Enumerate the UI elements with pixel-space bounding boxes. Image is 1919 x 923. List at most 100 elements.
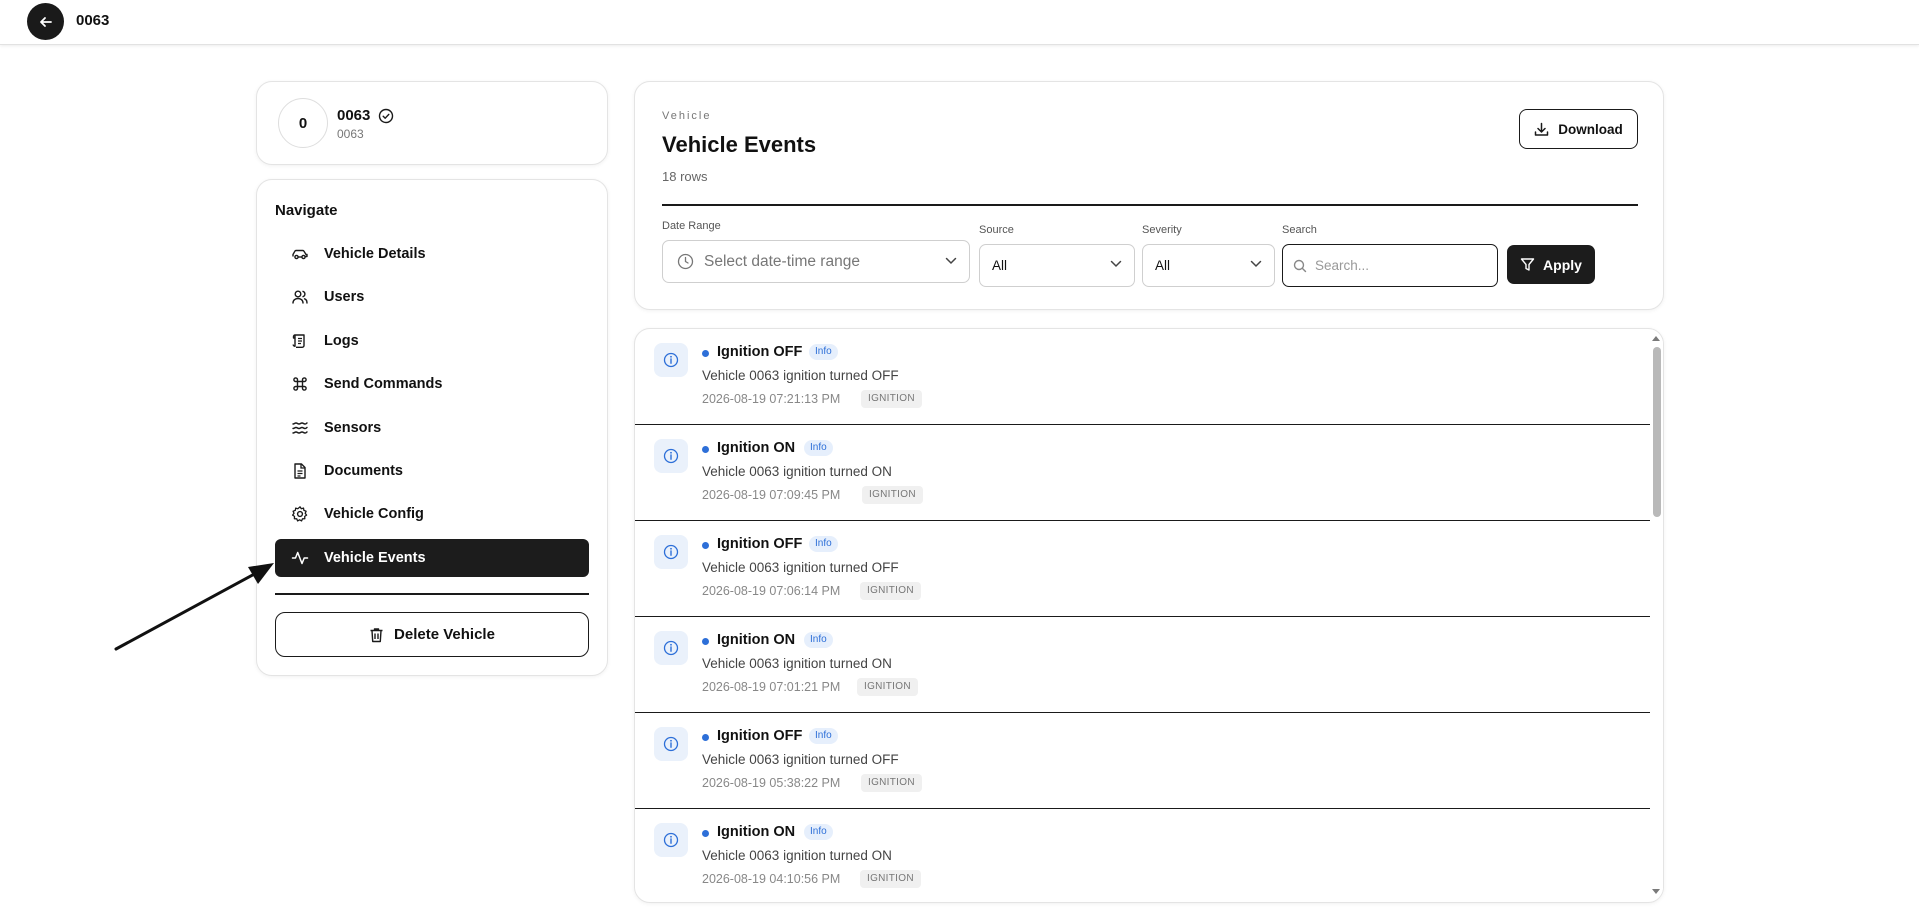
apply-filters-button[interactable]: Apply	[1507, 245, 1595, 284]
event-title: Ignition OFF	[717, 536, 803, 552]
sidebar-item-vehicle-details[interactable]: Vehicle Details	[275, 235, 589, 273]
sidebar-item-sensors[interactable]: Sensors	[275, 409, 589, 447]
car-icon	[291, 245, 309, 263]
severity-badge: Info	[809, 728, 838, 744]
download-label: Download	[1558, 121, 1623, 137]
sidebar-item-users[interactable]: Users	[275, 278, 589, 316]
date-range-picker[interactable]: Select date-time range	[662, 240, 970, 283]
severity-badge: Info	[809, 344, 838, 360]
event-title: Ignition ON	[717, 632, 796, 648]
page-title: Vehicle Events	[662, 132, 817, 157]
top-bar: 0063	[0, 0, 1919, 45]
filter-icon	[1520, 257, 1535, 272]
severity-label: Severity	[1142, 224, 1182, 236]
sidebar-item-label: Sensors	[324, 419, 382, 436]
avatar: 0	[278, 98, 328, 148]
event-timestamp: 2026-08-19 07:21:13 PM	[702, 392, 841, 406]
chevron-down-icon	[945, 257, 957, 265]
event-description: Vehicle 0063 ignition turned OFF	[702, 368, 899, 383]
scrollbar-thumb[interactable]	[1653, 347, 1661, 517]
status-dot	[702, 734, 709, 741]
download-icon	[1534, 122, 1549, 137]
event-source-tag: IGNITION	[861, 390, 922, 408]
apply-label: Apply	[1543, 256, 1582, 273]
info-icon	[654, 727, 688, 761]
delete-vehicle-label: Delete Vehicle	[394, 626, 495, 643]
users-icon	[291, 288, 309, 306]
event-description: Vehicle 0063 ignition turned OFF	[702, 560, 899, 575]
severity-badge: Info	[804, 440, 833, 456]
event-timestamp: 2026-08-19 04:10:56 PM	[702, 872, 841, 886]
event-timestamp: 2026-08-19 07:06:14 PM	[702, 584, 841, 598]
info-icon	[654, 631, 688, 665]
source-value: All	[992, 258, 1008, 273]
severity-badge: Info	[804, 824, 833, 840]
sidebar-item-send-commands[interactable]: Send Commands	[275, 365, 589, 403]
event-timestamp: 2026-08-19 07:01:21 PM	[702, 680, 841, 694]
event-source-tag: IGNITION	[860, 870, 921, 888]
sidebar-item-label: Users	[324, 289, 365, 306]
delete-vehicle-button[interactable]: Delete Vehicle	[275, 612, 589, 657]
event-source-tag: IGNITION	[857, 678, 918, 696]
vehicle-identity-card: 0 0063 0063	[256, 81, 608, 165]
sidebar-item-label: Logs	[324, 332, 359, 349]
event-title: Ignition OFF	[717, 728, 803, 744]
list-item[interactable]: Ignition OFF Info Vehicle 0063 ignition …	[635, 713, 1650, 809]
search-input[interactable]: Search...	[1282, 244, 1498, 287]
source-select[interactable]: All	[979, 244, 1135, 287]
info-icon	[654, 343, 688, 377]
date-range-placeholder: Select date-time range	[704, 252, 860, 270]
event-source-tag: IGNITION	[860, 582, 921, 600]
row-count: 18 rows	[662, 169, 708, 184]
sidebar-item-label: Vehicle Config	[324, 506, 424, 523]
event-title: Ignition ON	[717, 824, 796, 840]
annotation-arrow-icon	[110, 555, 280, 655]
trash-icon	[369, 627, 384, 643]
sidebar-item-label: Documents	[324, 462, 403, 479]
vehicle-name: 0063	[337, 107, 371, 124]
sidebar-item-vehicle-events[interactable]: Vehicle Events	[275, 538, 589, 577]
event-title: Ignition ON	[717, 440, 796, 456]
info-icon	[654, 535, 688, 569]
file-icon	[291, 462, 309, 480]
event-description: Vehicle 0063 ignition turned ON	[702, 848, 892, 863]
check-circle-icon	[378, 108, 394, 124]
info-icon	[654, 823, 688, 857]
command-icon	[291, 375, 309, 393]
waves-icon	[291, 419, 309, 437]
sidebar-item-vehicle-config[interactable]: Vehicle Config	[275, 495, 589, 533]
event-description: Vehicle 0063 ignition turned ON	[702, 464, 892, 479]
sidebar-item-label: Vehicle Details	[324, 246, 426, 262]
list-item[interactable]: Ignition OFF Info Vehicle 0063 ignition …	[635, 329, 1650, 425]
back-button[interactable]	[27, 3, 64, 40]
status-dot	[702, 446, 709, 453]
list-item[interactable]: Ignition ON Info Vehicle 0063 ignition t…	[635, 425, 1650, 521]
nav-heading: Navigate	[275, 202, 338, 219]
download-button[interactable]: Download	[1519, 109, 1638, 149]
event-description: Vehicle 0063 ignition turned ON	[702, 656, 892, 671]
event-timestamp: 2026-08-19 07:09:45 PM	[702, 488, 841, 502]
header-divider	[662, 204, 1638, 206]
events-list: Ignition OFF Info Vehicle 0063 ignition …	[634, 328, 1664, 903]
list-item[interactable]: Ignition OFF Info Vehicle 0063 ignition …	[635, 521, 1650, 617]
severity-select[interactable]: All	[1142, 244, 1275, 287]
events-header-card: Vehicle Vehicle Events 18 rows Download …	[634, 81, 1664, 310]
section-eyebrow: Vehicle	[662, 110, 712, 122]
sidebar-item-label: Vehicle Events	[324, 549, 426, 566]
arrow-left-icon	[39, 15, 53, 29]
event-description: Vehicle 0063 ignition turned OFF	[702, 752, 899, 767]
status-dot	[702, 638, 709, 645]
search-placeholder: Search...	[1315, 258, 1370, 273]
event-source-tag: IGNITION	[862, 486, 923, 504]
list-item[interactable]: Ignition ON Info Vehicle 0063 ignition t…	[635, 809, 1650, 902]
scroll-down-arrow-icon[interactable]	[1650, 888, 1662, 896]
activity-icon	[291, 549, 309, 567]
list-item[interactable]: Ignition ON Info Vehicle 0063 ignition t…	[635, 617, 1650, 713]
sidebar-item-logs[interactable]: Logs	[275, 322, 589, 360]
navigation-card: Navigate Vehicle Details Users Logs Send…	[256, 179, 608, 676]
scroll-up-arrow-icon[interactable]	[1650, 334, 1662, 342]
scroll-icon	[291, 332, 309, 350]
event-title: Ignition OFF	[717, 344, 803, 360]
sidebar-item-documents[interactable]: Documents	[275, 452, 589, 490]
gear-icon	[291, 505, 309, 523]
